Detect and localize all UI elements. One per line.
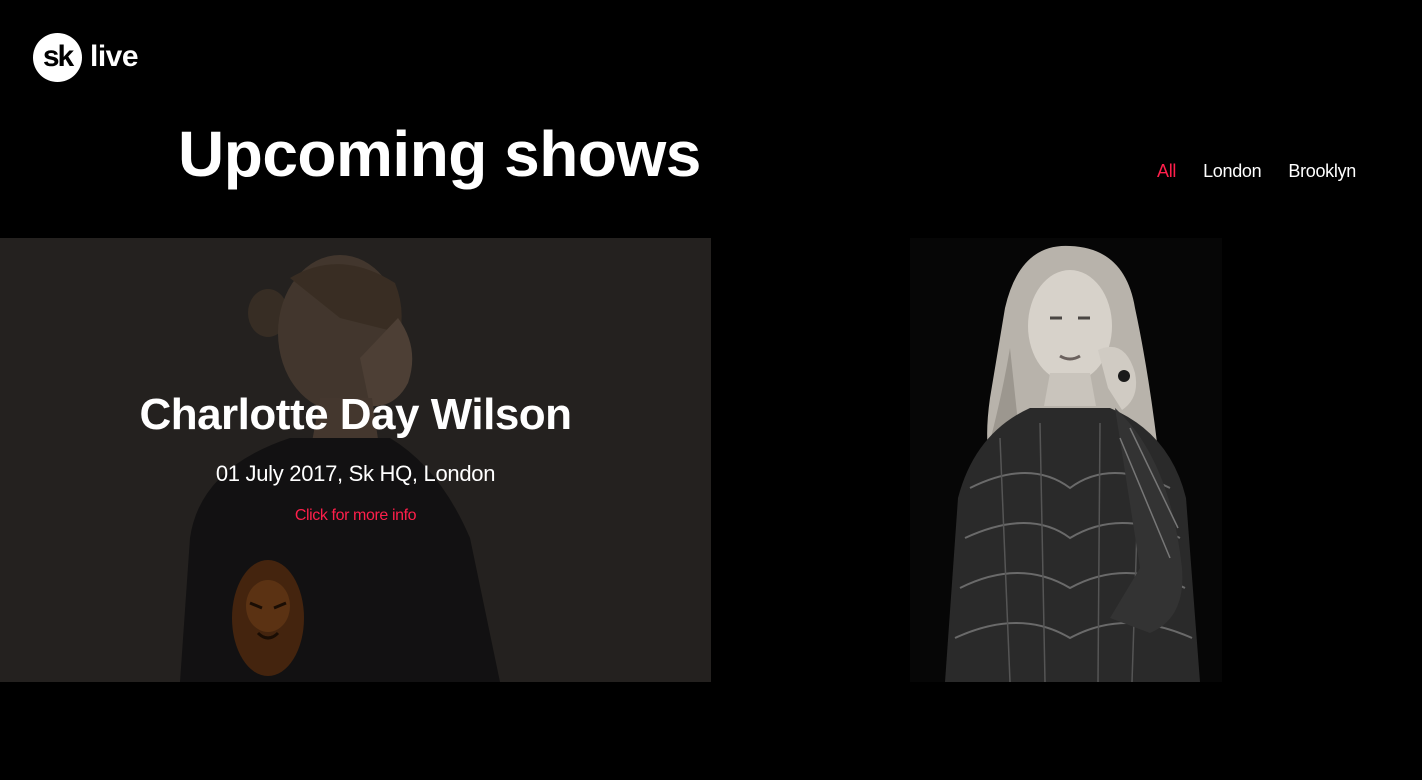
sk-live-logo[interactable]: sk live — [33, 32, 139, 82]
location-filter-nav: All London Brooklyn — [1157, 160, 1356, 182]
show-artist-name: Charlotte Day Wilson — [139, 390, 572, 439]
sk-logo-mark: sk — [33, 32, 82, 82]
more-info-link[interactable]: Click for more info — [295, 507, 417, 525]
page-title: Upcoming shows — [178, 118, 701, 190]
page: sk live Upcoming shows All London Brookl… — [0, 0, 1422, 780]
filter-brooklyn[interactable]: Brooklyn — [1288, 160, 1356, 182]
artist-portrait-photo — [910, 238, 1222, 682]
show-card-charlotte-day-wilson[interactable]: Charlotte Day Wilson 01 July 2017, Sk HQ… — [0, 238, 711, 682]
show-card-artist-photo[interactable] — [910, 238, 1222, 682]
filter-london[interactable]: London — [1203, 160, 1262, 182]
filter-all[interactable]: All — [1157, 160, 1176, 182]
logo-text: live — [90, 40, 139, 73]
show-info: Charlotte Day Wilson 01 July 2017, Sk HQ… — [0, 238, 711, 682]
show-date-venue: 01 July 2017, Sk HQ, London — [215, 461, 496, 487]
